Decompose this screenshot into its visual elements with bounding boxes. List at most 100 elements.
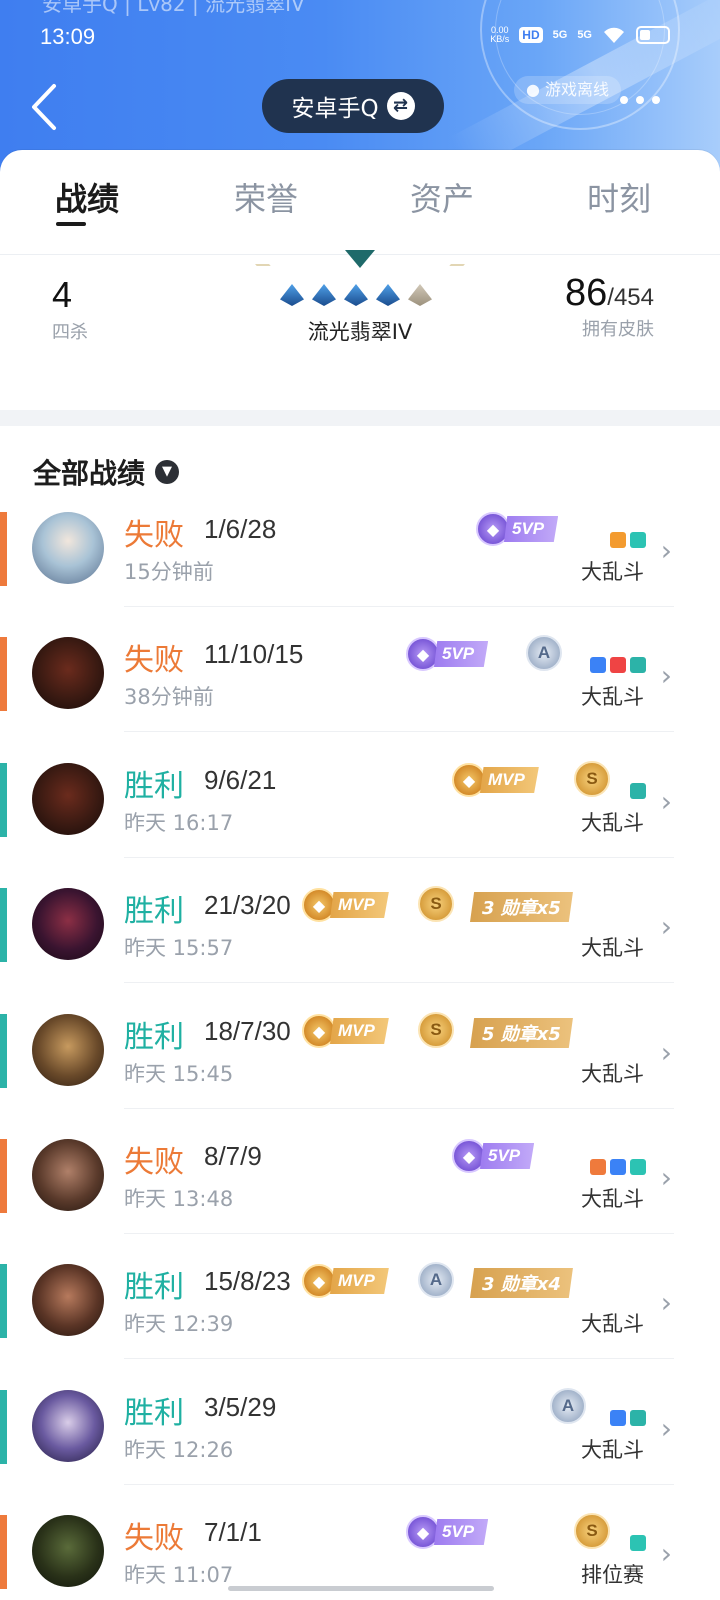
match-row[interactable]: 失败 1/6/28 15分钟前 大乱斗 › ◆ 5VP	[0, 510, 720, 638]
match-kda: 18/7/30	[204, 1016, 291, 1046]
result-indicator-bar	[0, 1139, 7, 1213]
match-row[interactable]: 胜利 21/3/20 昨天 15:57 大乱斗 › ◆ MVP S 3 勋章x5	[0, 886, 720, 1014]
award-label: MVP	[330, 1268, 389, 1294]
achievement-icon	[630, 1535, 646, 1551]
match-kda: 15/8/23	[204, 1266, 291, 1296]
chevron-right-icon: ›	[660, 785, 672, 818]
match-kda: 21/3/20	[204, 890, 291, 920]
achievement-icon	[630, 657, 646, 673]
home-indicator	[228, 1586, 494, 1591]
row-divider	[124, 1484, 674, 1485]
chevron-right-icon: ›	[660, 1412, 672, 1445]
row-divider	[124, 606, 674, 607]
tab-moments[interactable]: 时刻	[587, 174, 651, 220]
match-row[interactable]: 失败 8/7/9 昨天 13:48 大乱斗 › ◆ 5VP	[0, 1137, 720, 1265]
match-time: 昨天 12:26	[124, 1438, 234, 1462]
status-time: 13:09	[40, 24, 96, 49]
result-indicator-bar	[0, 888, 7, 962]
match-result: 胜利	[124, 1020, 184, 1055]
hero-avatar	[32, 1264, 104, 1336]
match-row[interactable]: 胜利 18/7/30 昨天 15:45 大乱斗 › ◆ MVP S 5 勋章x5	[0, 1012, 720, 1140]
result-indicator-bar	[0, 1390, 7, 1464]
grade-a-icon: A	[418, 1262, 454, 1298]
rank-star-icon	[280, 284, 304, 306]
account-switch-button[interactable]: 安卓手Q ⇄	[262, 79, 444, 133]
hero-avatar	[32, 888, 104, 960]
rank-stars	[280, 284, 432, 306]
more-button[interactable]	[620, 96, 660, 104]
match-mode: 大乱斗	[581, 560, 644, 584]
result-indicator-bar	[0, 1264, 7, 1338]
hero-avatar	[32, 512, 104, 584]
active-tab-indicator	[56, 222, 86, 226]
match-time: 昨天 15:45	[124, 1062, 234, 1086]
match-row[interactable]: 胜利 9/6/21 昨天 16:17 大乱斗 › ◆ MVP S	[0, 761, 720, 889]
award-label: 5VP	[480, 1143, 535, 1169]
match-time: 15分钟前	[124, 560, 214, 584]
match-time: 昨天 15:57	[124, 936, 234, 960]
swap-icon: ⇄	[386, 92, 415, 120]
award-label: 5VP	[504, 516, 559, 542]
tab-assets[interactable]: 资产	[410, 174, 474, 220]
quadra-kill-label: 四杀	[52, 322, 88, 343]
achievement-icon	[630, 532, 646, 548]
result-indicator-bar	[0, 763, 7, 837]
medal-badge: 5 勋章x5	[470, 1018, 573, 1048]
grade-s-icon: S	[574, 1513, 610, 1549]
battery-icon	[636, 26, 670, 44]
hd-call-icon: HD	[519, 27, 543, 43]
grade-s-icon: S	[418, 1012, 454, 1048]
match-result: 失败	[124, 1521, 184, 1556]
match-row[interactable]: 胜利 15/8/23 昨天 12:39 大乱斗 › ◆ MVP A 3 勋章x4	[0, 1262, 720, 1390]
mvp-badge: ◆ MVP	[302, 1014, 389, 1048]
grade-s-icon: S	[574, 761, 610, 797]
grade-a-icon: A	[550, 1388, 586, 1424]
match-filter-label: 全部战绩	[33, 457, 146, 490]
match-row[interactable]: 失败 11/10/15 38分钟前 大乱斗 › ◆ 5VP A	[0, 635, 720, 763]
row-divider	[124, 1108, 674, 1109]
section-separator	[0, 410, 720, 426]
tab-honor[interactable]: 荣誉	[234, 174, 298, 220]
medal-badge: 3 勋章x4	[470, 1268, 573, 1298]
quadra-kill-value: 4	[52, 274, 73, 315]
game-status-text: 游戏离线	[545, 80, 610, 99]
achievement-icon	[610, 1410, 626, 1426]
mini-achievement-icons	[590, 1159, 646, 1175]
skins-stat[interactable]: 86/454 拥有皮肤	[565, 272, 654, 341]
skins-owned: 86	[565, 272, 608, 314]
chevron-right-icon: ›	[660, 1286, 672, 1319]
skins-count: 86/454	[565, 272, 654, 315]
rank-star-icon	[376, 284, 400, 306]
chevron-left-icon	[32, 84, 56, 130]
tab-record[interactable]: 战绩	[55, 174, 119, 220]
match-row[interactable]: 胜利 3/5/29 昨天 12:26 大乱斗 › A	[0, 1388, 720, 1516]
row-divider	[124, 1358, 674, 1359]
signal-5g-icon: 5G	[552, 29, 568, 41]
more-dot-icon	[620, 96, 628, 104]
mvp-badge: ◆ MVP	[302, 888, 389, 922]
match-result: 胜利	[124, 894, 184, 929]
match-result: 胜利	[124, 769, 184, 804]
grade-s-icon: S	[418, 886, 454, 922]
mini-achievement-icons	[610, 532, 646, 548]
row-divider	[124, 1233, 674, 1234]
achievement-icon	[610, 532, 626, 548]
signal-5g-icon-2: 5G	[577, 29, 592, 41]
achievement-icon	[630, 783, 646, 799]
mini-achievement-icons	[630, 1535, 646, 1551]
back-button[interactable]	[28, 82, 68, 132]
match-mode: 大乱斗	[581, 1187, 644, 1211]
achievement-icon	[630, 1410, 646, 1426]
match-result: 失败	[124, 643, 184, 678]
achievement-icon	[610, 1159, 626, 1175]
mini-achievement-icons	[610, 1410, 646, 1426]
award-label: MVP	[480, 767, 539, 793]
achievement-icon	[590, 657, 606, 673]
match-result: 胜利	[124, 1396, 184, 1431]
match-filter-dropdown[interactable]: 全部战绩 ▼	[33, 452, 180, 492]
account-name: 安卓手Q	[291, 96, 379, 122]
match-time: 昨天 13:48	[124, 1187, 234, 1211]
chevron-down-icon: ▼	[155, 460, 180, 484]
match-kda: 1/6/28	[204, 514, 277, 544]
game-status-badge: ● 游戏离线	[514, 76, 622, 104]
